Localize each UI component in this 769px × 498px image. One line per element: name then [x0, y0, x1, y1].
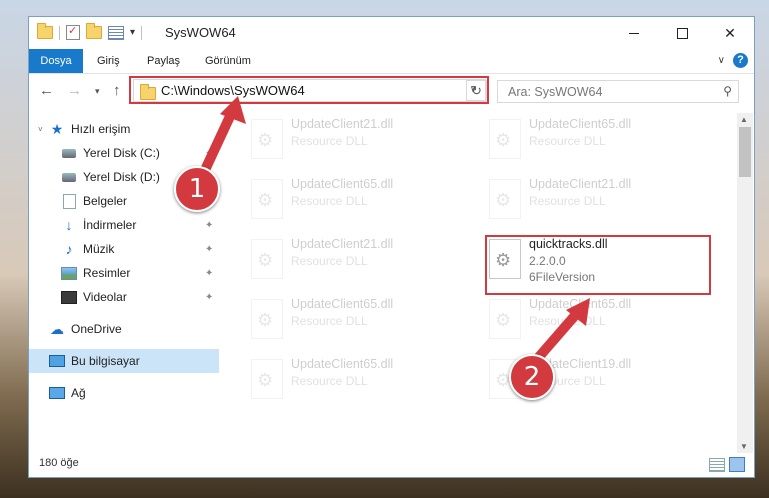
step-2-badge: 2	[509, 354, 555, 400]
annotation-arrows	[200, 96, 590, 362]
arrow-2-line	[534, 308, 582, 362]
arrow-1-line	[200, 109, 237, 173]
step-1-badge: 1	[174, 166, 220, 212]
